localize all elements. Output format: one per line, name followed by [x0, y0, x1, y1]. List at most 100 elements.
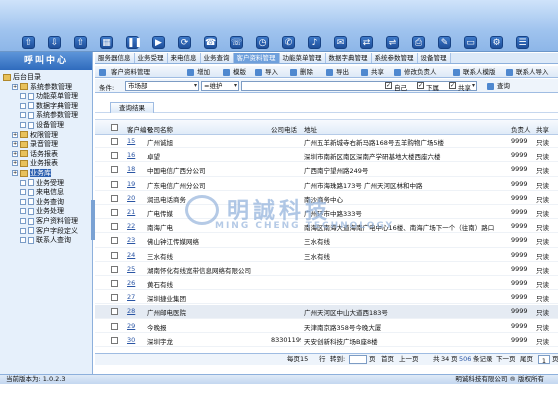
row-checkbox[interactable] [111, 152, 118, 160]
tree-item[interactable]: + 业务库 [12, 168, 51, 178]
table-row[interactable]: 18 中国电信广西分公司 广西南宁望州路249号 9999 只读 [95, 163, 558, 177]
table-row[interactable]: 21 广电传媒 广州环市中路333号 9999 只读 [95, 206, 558, 220]
cell-id[interactable]: 16 [127, 151, 145, 159]
pager-next-label[interactable]: 下一页 [496, 354, 516, 365]
table-row[interactable]: 16 卓望 深圳市南新区南区深南产学研基地大楼西座六楼 9999 只读 [95, 149, 558, 163]
column-header[interactable]: 地址 [304, 124, 317, 134]
option-checkbox[interactable]: ✓ [449, 82, 456, 89]
phone-transfer-icon[interactable]: ☎ [204, 36, 217, 49]
sound-icon[interactable]: ♪ [308, 36, 321, 49]
tree-item[interactable]: + 业务报表 [12, 158, 58, 168]
row-checkbox[interactable] [111, 251, 118, 259]
tab-item[interactable]: 客户资料管理 [233, 53, 280, 63]
tree-item[interactable]: 功能菜单管理 [20, 91, 78, 101]
expand-toggle-icon[interactable]: + [12, 170, 18, 176]
cell-id[interactable]: 19 [127, 180, 145, 188]
row-checkbox[interactable] [111, 280, 118, 287]
row-checkbox[interactable] [111, 223, 118, 231]
column-header[interactable]: 公司电话 [271, 124, 297, 134]
column-header[interactable]: 公司名称 [147, 124, 173, 134]
cell-id[interactable]: 28 [127, 307, 145, 315]
user-remove-icon[interactable]: ⇧ [74, 36, 87, 49]
pager-prev-label[interactable]: 上一页 [399, 354, 419, 365]
pager-first-label[interactable]: 首页 [381, 354, 394, 365]
tab-item[interactable]: 业务受理 [134, 53, 168, 63]
goto-page-input[interactable] [349, 355, 367, 364]
cell-id[interactable]: 29 [127, 322, 145, 330]
cell-id[interactable]: 20 [127, 194, 145, 202]
option-checkbox[interactable]: ✓ [417, 82, 424, 89]
tree-item[interactable]: 业务处理 [20, 206, 64, 216]
tree-item[interactable]: 后台目录 [3, 72, 41, 82]
expand-toggle-icon[interactable]: + [12, 150, 18, 157]
table-row[interactable]: 15 广州诚旭 广州五羊新城寺右新马路168号五羊购物广场5楼 9999 只读 [95, 135, 558, 149]
tree-item[interactable]: 客户资料管理 [20, 216, 78, 226]
row-checkbox[interactable] [111, 209, 118, 216]
export-button[interactable]: 导出 [326, 67, 349, 77]
table-row[interactable]: 24 三水有线 三水有线 9999 只读 [95, 249, 558, 262]
query-button[interactable]: 查询 [487, 81, 510, 91]
current-page-input[interactable]: 1 [538, 355, 550, 365]
table-row[interactable]: 23 佛山钟江传媒网络 三水有线 9999 只读 [95, 234, 558, 248]
table-row[interactable]: 30 深圳宇龙 83301199 天安创新科技广场B座8楼 9999 只读 [95, 334, 558, 348]
row-checkbox[interactable] [111, 308, 118, 316]
delete-button[interactable]: 删除 [290, 67, 313, 77]
condition-value-input[interactable] [241, 81, 477, 91]
tree-item[interactable]: + 话务报表 [12, 149, 58, 159]
column-header[interactable]: 负责人 [511, 124, 531, 134]
operator-select[interactable]: =维护 [201, 81, 239, 91]
tree-item[interactable]: 系统参数管理 [20, 110, 78, 120]
phone-icon[interactable]: ☏ [230, 36, 243, 49]
share-button[interactable]: 共享 [361, 67, 384, 77]
tab-item[interactable]: 数据字典管理 [325, 53, 372, 63]
phone-hangup-icon[interactable]: ✆ [282, 36, 295, 49]
tree-item[interactable]: 业务查询 [20, 197, 64, 207]
cell-id[interactable]: 21 [127, 208, 145, 216]
tree-item[interactable]: + 权限管理 [12, 130, 58, 140]
cell-id[interactable]: 22 [127, 222, 145, 230]
row-checkbox[interactable] [111, 180, 118, 188]
user-add-icon[interactable]: ⇧ [22, 36, 35, 49]
cell-id[interactable]: 30 [127, 336, 145, 344]
grid-icon[interactable]: ▦ [100, 36, 113, 49]
cell-id[interactable]: 24 [127, 251, 145, 259]
import-button[interactable]: 导入 [255, 67, 278, 77]
transfer-icon[interactable]: ⇄ [360, 36, 373, 49]
table-row[interactable]: 28 广州邮电医院 广州天河区中山大道西183号 9999 只读 [95, 305, 558, 319]
shuffle-icon[interactable]: ⇌ [386, 36, 399, 49]
table-row[interactable]: 20 润迅电话商务 南沙商务中心 9999 只读 [95, 192, 558, 206]
table-row[interactable]: 27 深圳捷业集团 9999 只读 [95, 291, 558, 305]
user-download-icon[interactable]: ⇩ [48, 36, 61, 49]
select-all-checkbox[interactable] [111, 124, 118, 131]
monitor-icon[interactable]: ▭ [464, 36, 477, 49]
tools-icon[interactable]: ✎ [438, 36, 451, 49]
clock-icon[interactable]: ◷ [256, 36, 269, 49]
field-select[interactable]: 市场部 [125, 81, 199, 91]
expand-toggle-icon[interactable]: + [12, 160, 18, 167]
tree-item[interactable]: 来电信息 [20, 187, 64, 197]
chat-icon[interactable]: ✉ [334, 36, 347, 49]
add-button[interactable]: 增加 [187, 67, 210, 77]
row-checkbox[interactable] [111, 265, 118, 273]
row-checkbox[interactable] [111, 194, 118, 202]
tab-item[interactable]: 设备管理 [417, 53, 451, 63]
expand-toggle-icon[interactable]: + [12, 83, 18, 90]
table-row[interactable]: 22 南海广电 南海区南海大道海南广电中心16楼、南海广场下一个（往南）路口 9999… [95, 220, 558, 234]
cell-id[interactable]: 26 [127, 279, 145, 287]
contact-import-button[interactable]: 联系人导入 [506, 67, 549, 77]
tab-query-result[interactable]: 查询结果 [110, 102, 154, 113]
print-icon[interactable]: ⎙ [412, 36, 425, 49]
tab-item[interactable]: 系统参数管理 [371, 53, 418, 63]
tree-item[interactable]: 客户字段定义 [20, 226, 78, 236]
row-checkbox[interactable] [111, 138, 118, 145]
table-row[interactable]: 26 黄石有线 9999 只读 [95, 277, 558, 291]
tree-item[interactable]: 业务受理 [20, 178, 64, 188]
row-checkbox[interactable] [111, 166, 118, 174]
contact-template-button[interactable]: 联系人模版 [453, 67, 496, 77]
tree-item[interactable]: 设备管理 [20, 120, 64, 130]
row-checkbox[interactable] [111, 237, 118, 245]
tree-item[interactable]: + 录音管理 [12, 139, 58, 149]
tab-item[interactable]: 来电信息 [167, 53, 201, 63]
cell-id[interactable]: 23 [127, 236, 145, 244]
cell-id[interactable]: 18 [127, 165, 145, 173]
